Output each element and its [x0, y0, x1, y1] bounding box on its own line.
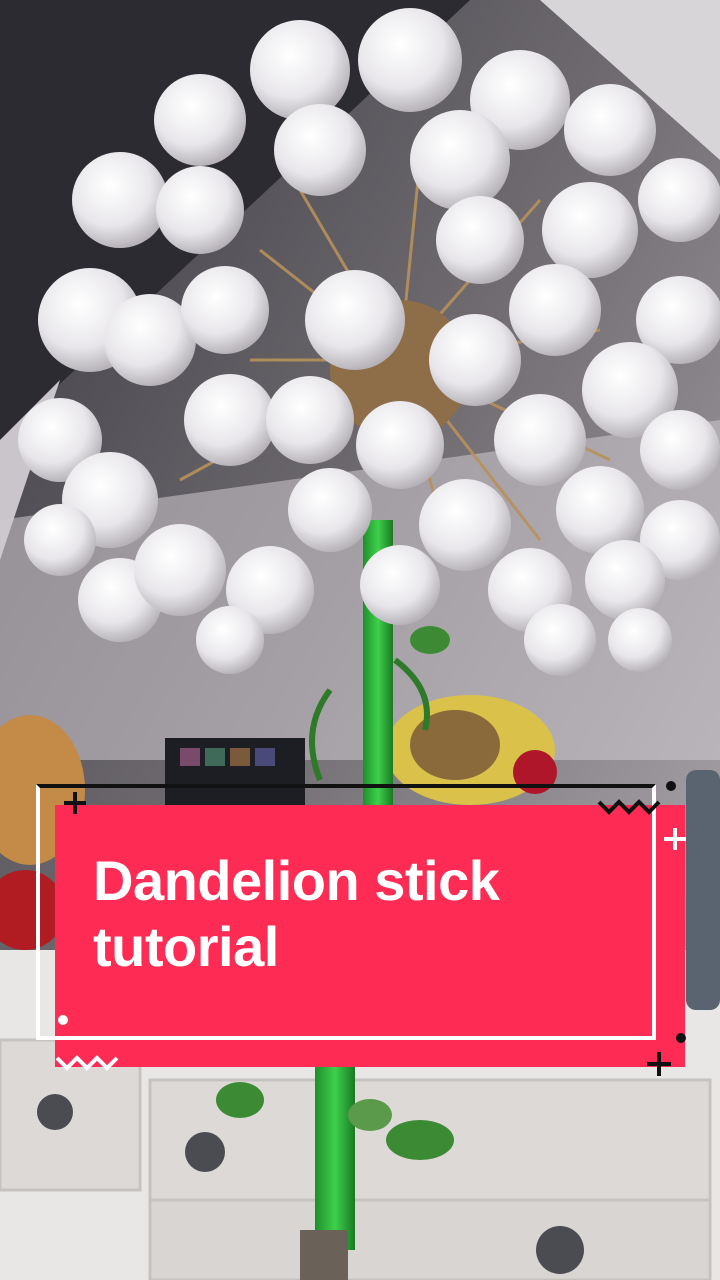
plus-icon: [64, 792, 86, 814]
plus-icon: [664, 828, 686, 850]
plus-icon: [647, 1052, 671, 1076]
zigzag-icon: [55, 1055, 119, 1071]
dot-icon: [676, 1033, 686, 1043]
zigzag-icon: [597, 799, 661, 815]
photo-background: [0, 0, 720, 1280]
dot-icon: [58, 1015, 68, 1025]
dot-icon: [666, 781, 676, 791]
caption-text: Dandelion stick tutorial: [93, 849, 500, 978]
